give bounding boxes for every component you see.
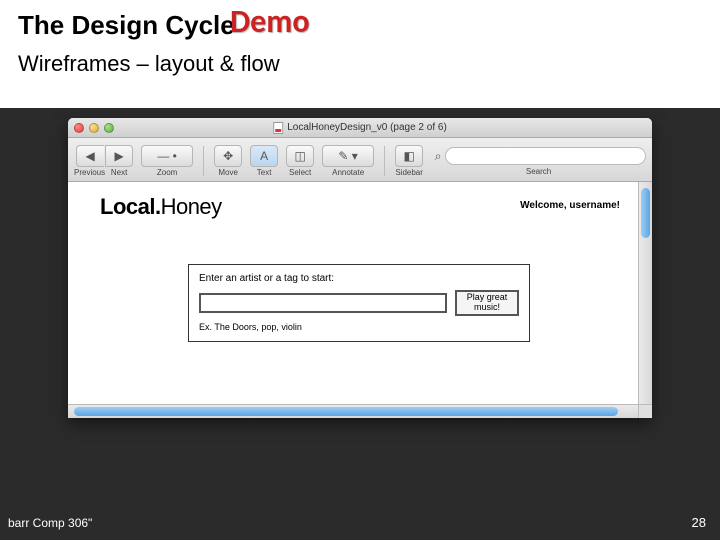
toolbar-separator xyxy=(203,146,204,176)
zoom-button[interactable]: — • Zoom xyxy=(141,145,193,177)
play-button[interactable]: Play great music! xyxy=(455,290,519,316)
nav-group: ◀ Previous ▶ Next xyxy=(74,145,133,177)
slide-title: The Design Cycle xyxy=(18,10,702,41)
previous-label: Previous xyxy=(74,168,105,177)
annotate-icon: ✎ ▾ xyxy=(322,145,374,167)
app-logo: Local.Honey xyxy=(100,194,222,220)
artist-input[interactable] xyxy=(199,293,447,313)
move-button[interactable]: ✥ Move xyxy=(214,145,242,177)
header-area: The Design Cycle Wireframes – layout & f… xyxy=(0,0,720,108)
search-form: Enter an artist or a tag to start: Play … xyxy=(188,264,530,342)
sidebar-button[interactable]: ◧ Sidebar xyxy=(395,145,423,177)
arrow-right-icon: ▶ xyxy=(105,145,133,167)
toolbar-separator-2 xyxy=(384,146,385,176)
form-row: Play great music! xyxy=(199,290,519,316)
horizontal-scrollbar[interactable] xyxy=(68,404,638,418)
select-icon: ◫ xyxy=(286,145,314,167)
document-viewport: Local.Honey Welcome, username! Enter an … xyxy=(68,182,652,418)
annotate-label: Annotate xyxy=(332,168,364,177)
footer-left: barr Comp 306" xyxy=(8,516,92,530)
slide: The Design Cycle Wireframes – layout & f… xyxy=(0,0,720,540)
search-icon: ⌕ xyxy=(431,145,445,167)
demo-overlay: Demo xyxy=(230,2,310,41)
move-icon: ✥ xyxy=(214,145,242,167)
resize-corner[interactable] xyxy=(638,404,652,418)
vertical-scrollbar[interactable] xyxy=(638,182,652,404)
annotate-button[interactable]: ✎ ▾ Annotate xyxy=(322,145,374,177)
pdf-icon xyxy=(273,122,283,134)
traffic-lights xyxy=(74,123,114,133)
logo-part-a: Local. xyxy=(100,194,161,219)
move-label: Move xyxy=(218,168,238,177)
previous-button[interactable]: ◀ Previous xyxy=(74,145,105,177)
toolbar: ◀ Previous ▶ Next — • Zoom ✥ Move A Text xyxy=(68,138,652,182)
text-label: Text xyxy=(257,168,272,177)
zoom-label: Zoom xyxy=(157,168,177,177)
slide-subtitle: Wireframes – layout & flow xyxy=(18,51,702,77)
wireframe-page: Local.Honey Welcome, username! Enter an … xyxy=(72,186,634,400)
welcome-text: Welcome, username! xyxy=(520,200,620,211)
search-input[interactable] xyxy=(445,147,646,165)
logo-part-b: Honey xyxy=(161,194,222,219)
window-title-text: LocalHoneyDesign_v0 (page 2 of 6) xyxy=(287,122,447,133)
text-icon: A xyxy=(250,145,278,167)
select-button[interactable]: ◫ Select xyxy=(286,145,314,177)
select-label: Select xyxy=(289,168,311,177)
close-icon[interactable] xyxy=(74,123,84,133)
sidebar-icon: ◧ xyxy=(395,145,423,167)
form-hint: Ex. The Doors, pop, violin xyxy=(199,322,519,332)
zoom-icon[interactable] xyxy=(104,123,114,133)
search-label: Search xyxy=(526,167,551,176)
next-button[interactable]: ▶ Next xyxy=(105,145,133,177)
next-label: Next xyxy=(111,168,127,177)
zoom-slider-icon: — • xyxy=(141,145,193,167)
arrow-left-icon: ◀ xyxy=(76,145,104,167)
text-button[interactable]: A Text xyxy=(250,145,278,177)
minimize-icon[interactable] xyxy=(89,123,99,133)
window-title: LocalHoneyDesign_v0 (page 2 of 6) xyxy=(273,122,447,134)
window-titlebar[interactable]: LocalHoneyDesign_v0 (page 2 of 6) xyxy=(68,118,652,138)
preview-window: LocalHoneyDesign_v0 (page 2 of 6) ◀ Prev… xyxy=(68,118,652,418)
page-number: 28 xyxy=(692,515,706,530)
sidebar-label: Sidebar xyxy=(395,168,423,177)
form-prompt: Enter an artist or a tag to start: xyxy=(199,273,519,284)
search-group: ⌕ Search xyxy=(431,145,646,176)
